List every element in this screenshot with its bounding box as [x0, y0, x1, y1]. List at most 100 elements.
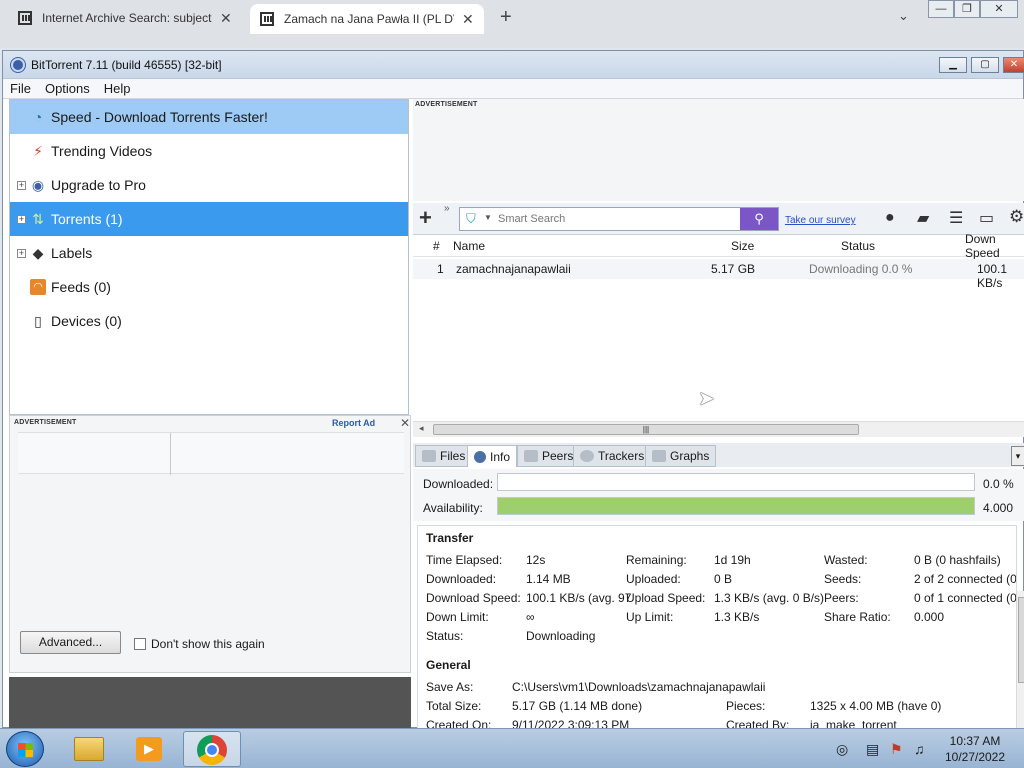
- save-as-value: C:\Users\vm1\Downloads\zamachnajanapawla…: [512, 680, 766, 694]
- bt-close-button[interactable]: ✕: [1003, 57, 1024, 73]
- collapse-panel-icon[interactable]: ▾: [1011, 446, 1024, 466]
- scroll-thumb[interactable]: [1018, 597, 1024, 683]
- taskbar-explorer[interactable]: [60, 731, 118, 767]
- save-as-label: Save As:: [426, 680, 474, 694]
- tab-label: Info: [490, 449, 511, 464]
- gear-icon[interactable]: ⚙: [1009, 207, 1024, 227]
- browser-close-button[interactable]: ✕: [980, 0, 1018, 18]
- sidebar-item-upgrade[interactable]: + ◉ Upgrade to Pro: [10, 168, 408, 202]
- menu-file[interactable]: File: [3, 81, 38, 96]
- sidebar-item-label: Trending Videos: [51, 143, 153, 159]
- col-down-speed[interactable]: Down Speed: [965, 232, 1024, 260]
- transfer-value: 1.3 KB/s: [714, 610, 760, 624]
- col-status[interactable]: Status: [841, 239, 875, 253]
- transfer-value: 1.3 KB/s (avg. 0 B/s): [714, 591, 825, 605]
- tag-icon: ◆: [32, 245, 44, 261]
- sidebar-item-labels[interactable]: + ◆ Labels: [10, 236, 408, 270]
- downloaded-bar: [497, 473, 975, 491]
- expand-icon[interactable]: +: [17, 214, 26, 224]
- info-details-panel: Transfer Time Elapsed: 12s Remaining: 1d 19…: [417, 525, 1017, 729]
- dont-show-checkbox[interactable]: [134, 638, 146, 650]
- system-clock[interactable]: 10:37 AM 10/27/2022: [940, 733, 1010, 765]
- expand-icon[interactable]: +: [17, 248, 26, 258]
- col-num[interactable]: #: [433, 239, 440, 253]
- chat-icon[interactable]: ▰: [917, 208, 929, 228]
- close-tab-icon[interactable]: ✕: [220, 10, 232, 27]
- sidebar-item-label: Labels: [51, 245, 93, 261]
- sidebar-item-label: Upgrade to Pro: [51, 177, 146, 193]
- chrome-icon: [197, 735, 227, 765]
- menu-help[interactable]: Help: [97, 81, 138, 96]
- menu-bar: File Options Help: [3, 79, 1023, 99]
- transfer-label: Time Elapsed:: [426, 553, 503, 567]
- top-advertisement-panel[interactable]: ADVERTISEMENT: [413, 99, 1024, 201]
- sidebar-item-devices[interactable]: ▯ Devices (0): [10, 304, 408, 338]
- table-row[interactable]: 1 zamachnajanapawlaii 5.17 GB Downloadin…: [413, 259, 1024, 290]
- start-button[interactable]: [6, 731, 44, 767]
- close-ad-icon[interactable]: ✕: [400, 416, 410, 430]
- volume-tray-icon[interactable]: ♫: [914, 741, 925, 757]
- ad-content-area[interactable]: [18, 432, 404, 475]
- tab-peers[interactable]: Peers: [517, 445, 581, 467]
- peers-icon: [524, 450, 538, 462]
- report-ad-link[interactable]: Report Ad: [332, 418, 375, 428]
- sidebar-item-trending[interactable]: ⚡ Trending Videos: [10, 134, 408, 168]
- transfer-value: 0 of 1 connected (0: [914, 591, 1017, 605]
- add-torrent-button[interactable]: +: [419, 205, 432, 231]
- sidebar-item-speed[interactable]: ◔ Speed - Download Torrents Faster!: [10, 100, 408, 134]
- transfer-label: Upload Speed:: [626, 591, 706, 605]
- browser-tab-zamach[interactable]: Zamach na Jana Pawła II (PL DVD ✕: [250, 4, 484, 34]
- tab-graphs[interactable]: Graphs: [645, 445, 717, 467]
- search-dropdown-icon[interactable]: ▼: [484, 213, 492, 222]
- transfer-value: 2 of 2 connected (0: [914, 572, 1017, 586]
- left-advertisement-panel: ADVERTISEMENT Report Ad ✕ Advanced... Do…: [9, 415, 411, 673]
- row-down-speed: 100.1 KB/s: [977, 262, 1008, 290]
- scroll-thumb[interactable]: |||: [433, 424, 859, 435]
- list-view-icon[interactable]: ☰: [949, 208, 963, 228]
- details-vertical-scrollbar[interactable]: [1017, 591, 1024, 729]
- availability-label: Availability:: [423, 501, 483, 515]
- tab-search-chevron-icon[interactable]: ⌄: [898, 8, 909, 24]
- bittorrent-tray-icon[interactable]: ◎: [836, 741, 848, 758]
- sidebar-item-label: Speed - Download Torrents Faster!: [51, 109, 268, 125]
- lightbulb-icon[interactable]: ●: [885, 209, 895, 227]
- browser-tab-archive-search[interactable]: Internet Archive Search: subject: ✕: [8, 4, 242, 32]
- new-tab-button[interactable]: +: [500, 6, 512, 29]
- bittorrent-logo-icon: [10, 56, 26, 73]
- advanced-button[interactable]: Advanced...: [20, 631, 121, 654]
- taskbar-chrome[interactable]: [183, 731, 241, 767]
- row-name: zamachnajanapawlaii: [456, 262, 571, 276]
- tab-trackers[interactable]: Trackers: [573, 445, 652, 467]
- tab-files[interactable]: Files: [415, 445, 473, 467]
- windows-taskbar: ▶ ◎ ▤ ⚑ ♫ 10:37 AM 10/27/2022: [0, 728, 1024, 768]
- bt-minimize-button[interactable]: ▁: [939, 57, 967, 73]
- menu-options[interactable]: Options: [38, 81, 97, 96]
- close-tab-icon[interactable]: ✕: [462, 11, 474, 28]
- transfer-heading: Transfer: [426, 531, 474, 545]
- expand-icon[interactable]: +: [17, 180, 26, 190]
- search-button[interactable]: ⚲: [740, 208, 778, 230]
- general-heading: General: [426, 658, 471, 672]
- network-tray-icon[interactable]: ▤: [866, 741, 879, 758]
- torrent-list-header: # Name Size Status Down Speed: [413, 232, 1024, 260]
- info-icon: [474, 450, 486, 463]
- browser-minimize-button[interactable]: —: [928, 0, 954, 18]
- taskbar-media-player[interactable]: ▶: [120, 731, 178, 767]
- sidebar-item-feeds[interactable]: ◠ Feeds (0): [10, 270, 408, 304]
- survey-link[interactable]: Take our survey: [785, 215, 856, 226]
- bittorrent-window: BitTorrent 7.11 (build 46555) [32-bit] ▁…: [2, 50, 1024, 729]
- browser-tab-strip: Internet Archive Search: subject: ✕ Zama…: [0, 0, 1024, 48]
- bt-maximize-button[interactable]: ▢: [971, 57, 999, 73]
- scroll-left-icon[interactable]: ◂: [419, 423, 424, 434]
- smart-search-box[interactable]: ⛉ ▼ Smart Search ⚲: [459, 207, 779, 231]
- horizontal-scrollbar[interactable]: ◂ |||: [413, 421, 1024, 437]
- tab-info[interactable]: Info: [467, 445, 518, 467]
- action-center-tray-icon[interactable]: ⚑: [890, 741, 903, 758]
- more-toolbar-icon[interactable]: »: [444, 203, 450, 214]
- sidebar-item-torrents[interactable]: + ⇅ Torrents (1): [10, 202, 408, 236]
- shield-icon: ⛉: [466, 211, 476, 226]
- col-name[interactable]: Name: [453, 239, 485, 253]
- col-size[interactable]: Size: [731, 239, 754, 253]
- monitor-icon[interactable]: ▭: [979, 208, 994, 228]
- browser-restore-button[interactable]: ❐: [954, 0, 980, 18]
